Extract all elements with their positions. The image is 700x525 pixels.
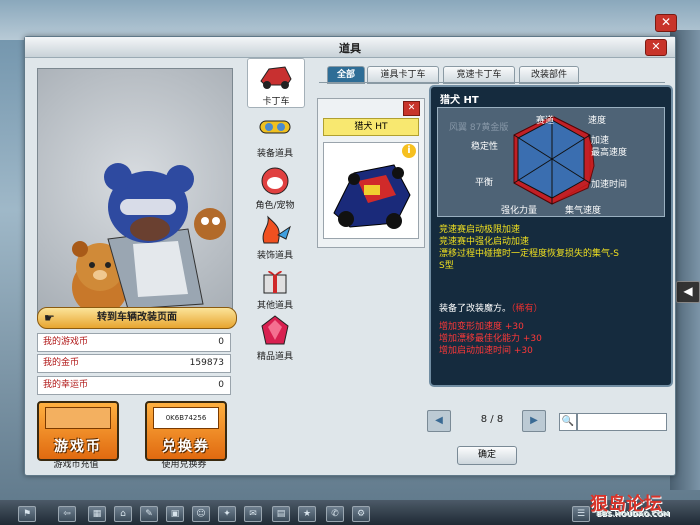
taskbar-mail-icon[interactable]: ✉ (244, 506, 262, 522)
taskbar-friend-icon[interactable]: ☺ (192, 506, 210, 522)
ghost-item-text: 风翼 87黄金版 (449, 123, 509, 133)
voucher-barcode-icon: 0K6B74256 (153, 407, 219, 429)
title-bar: 道具 ✕ (25, 37, 675, 58)
taskbar-flag-icon[interactable]: ⚑ (18, 506, 36, 522)
category-decoration-label: 装饰道具 (256, 251, 293, 261)
ok-button[interactable]: 确定 (457, 446, 517, 465)
close-button[interactable]: ✕ (645, 39, 667, 56)
taskbar-chat-icon[interactable]: ✆ (326, 506, 344, 522)
search-icon[interactable]: 🔍 (559, 413, 577, 431)
prev-page-button[interactable]: ◀ (427, 410, 451, 432)
taskbar-settings-icon[interactable]: ⚙ (352, 506, 370, 522)
category-other[interactable]: 其他道具 (247, 263, 303, 311)
goggles-icon (259, 120, 291, 134)
flame-wing-icon (262, 215, 291, 244)
radar-label-accel-time: 加速时间 (591, 180, 628, 190)
category-equipment-label: 装备道具 (256, 149, 293, 159)
goto-modify-label: 转到车辆改装页面 (97, 312, 177, 323)
character-face-icon (261, 167, 289, 195)
recharge-button[interactable]: 游戏币 (37, 401, 119, 461)
gold-coin-value: 159873 (189, 358, 224, 368)
page-indicator: 8 / 8 (480, 414, 504, 425)
category-equipment[interactable]: 装备道具 (247, 111, 303, 159)
radar-label-top-speed: 最高速度 (591, 148, 628, 158)
window-title: 道具 (339, 42, 361, 55)
goto-modify-button[interactable]: ☛ 转到车辆改装页面 (37, 307, 237, 329)
lucky-coin-row: 我的幸运币 0 (37, 376, 231, 395)
search-input[interactable] (577, 413, 667, 431)
category-other-label: 其他道具 (256, 301, 293, 311)
voucher-button[interactable]: 0K6B74256 兑换券 (145, 401, 227, 461)
item-window: 道具 ✕ ☛ 转到车辆改装页面 我的游戏币 0 我的金币 159873 我的幸运… (24, 36, 676, 476)
character-preview (37, 68, 233, 320)
character-avatar-icon (72, 163, 226, 315)
category-kart-label: 卡丁车 (262, 97, 290, 107)
tooltip-rare-tag: （稀有） (511, 304, 543, 314)
game-coin-value: 0 (218, 337, 224, 347)
taskbar-menu-icon[interactable]: ☰ (572, 506, 590, 522)
recharge-caption: 游戏币充值 (53, 460, 99, 470)
radar-label-balance: 平衡 (475, 178, 494, 188)
category-decoration[interactable]: 装饰道具 (247, 213, 303, 261)
category-premium[interactable]: 精品道具 (247, 314, 303, 362)
background-scenery (0, 0, 700, 40)
tooltip-feature-3: 漂移过程中碰撞时一定程度恢复损失的集气-S (439, 249, 619, 259)
voucher-caption: 使用兑换券 (161, 460, 207, 470)
next-page-button[interactable]: ▶ (522, 410, 546, 432)
lucky-coin-label: 我的幸运币 (43, 380, 89, 390)
watermark-sub: BBS.HOUDAO.COM (596, 510, 670, 518)
outer-close-button[interactable]: ✕ (655, 14, 677, 32)
gold-coin-label: 我的金币 (43, 358, 80, 368)
game-coin-icon (45, 407, 111, 429)
radar-label-speed: 速度 (588, 116, 607, 126)
taskbar-guild-icon[interactable]: ✦ (218, 506, 236, 522)
item-info-icon[interactable]: i (402, 144, 416, 158)
tooltip-modified-text: 装备了改装魔方。 (439, 304, 512, 314)
watermark-logo: 狠岛论坛 BBS.HOUDAO.COM (590, 490, 670, 518)
taskbar-book-icon[interactable]: ▤ (272, 506, 290, 522)
category-character-pet[interactable]: 角色/宠物 (247, 163, 303, 211)
ruby-gem-icon (261, 315, 289, 345)
taskbar-back-icon[interactable]: ⇦ (58, 506, 76, 522)
gold-coin-row: 我的金币 159873 (37, 354, 231, 373)
taskbar-rank-icon[interactable]: ★ (298, 506, 316, 522)
recharge-label: 游戏币 (54, 439, 102, 455)
radar-label-stability: 稳定性 (471, 142, 499, 152)
tooltip-bonus-3: 增加启动加速时间 +30 (439, 346, 533, 356)
taskbar-tool-icon[interactable]: ✎ (140, 506, 158, 522)
category-kart[interactable]: 卡丁车 (247, 58, 305, 108)
gift-box-icon (263, 270, 287, 294)
pointing-hand-icon: ☛ (44, 311, 55, 325)
taskbar-bag-icon[interactable]: ▣ (166, 506, 184, 522)
radar-label-track: 赛道 (536, 116, 555, 126)
category-premium-label: 精品道具 (256, 352, 293, 362)
game-coin-label: 我的游戏币 (43, 337, 89, 347)
tooltip-item-name: 猎犬 HT (440, 95, 479, 106)
kart-icon (260, 66, 292, 89)
kart-image-icon (333, 164, 411, 229)
taskbar-shop-icon[interactable]: ▦ (88, 506, 106, 522)
radar-label-boost-power: 强化力量 (501, 206, 538, 216)
side-collapse-button[interactable]: ◀ (676, 281, 700, 303)
lucky-coin-value: 0 (218, 380, 224, 390)
taskbar-home-icon[interactable]: ⌂ (114, 506, 132, 522)
tooltip-modified-line: 装备了改装魔方。（稀有） (439, 301, 543, 314)
category-character-pet-label: 角色/宠物 (255, 201, 295, 211)
tab-divider (319, 82, 665, 83)
tooltip-feature-4: S型 (439, 261, 454, 271)
radar-label-charge-speed: 集气速度 (565, 206, 602, 216)
item-name: 猎犬 HT (323, 118, 419, 136)
game-coin-row: 我的游戏币 0 (37, 333, 231, 352)
item-card-close-button[interactable]: ✕ (403, 101, 420, 116)
voucher-label: 兑换券 (162, 439, 210, 455)
